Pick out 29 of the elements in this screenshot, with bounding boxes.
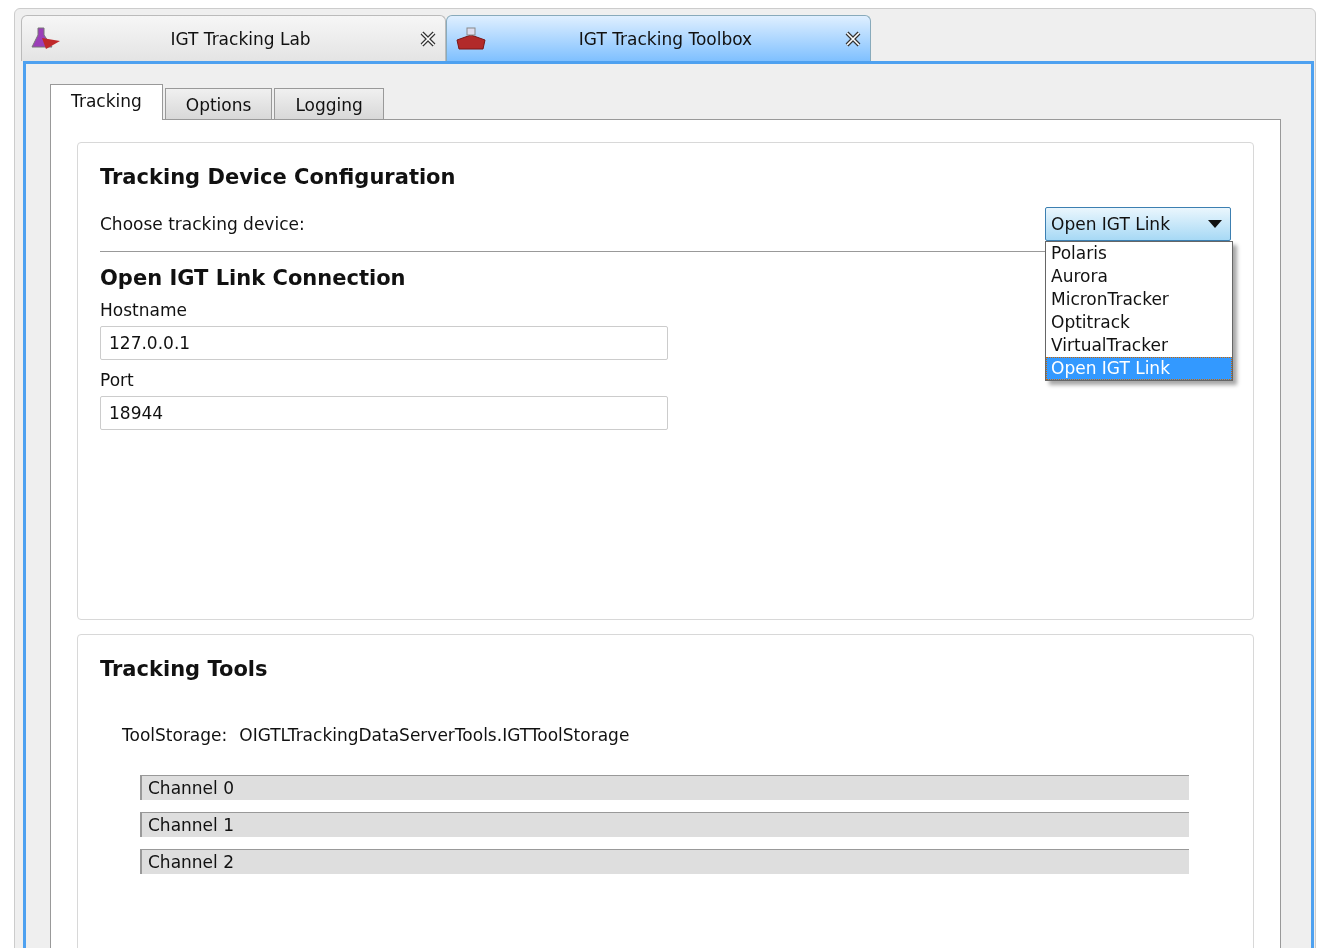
field-label: Choose tracking device: <box>100 214 305 234</box>
app-tab[interactable]: IGT Tracking Toolbox <box>446 15 871 61</box>
close-icon[interactable] <box>419 29 437 48</box>
section-title: Tracking Tools <box>100 657 268 681</box>
caret-icon <box>1208 220 1222 228</box>
storage-value: OIGTLTrackingDataServerTools.IGTToolStorage <box>239 725 630 745</box>
section-title: Tracking Device Configuration <box>100 165 456 189</box>
input-field[interactable]: 18944 <box>100 396 668 430</box>
dropdown-option[interactable]: Polaris <box>1046 242 1232 265</box>
tab[interactable]: Tracking <box>50 84 163 120</box>
dropdown-option[interactable]: Optitrack <box>1046 311 1232 334</box>
field-label: Hostname <box>100 300 187 320</box>
dropdown-option[interactable]: Aurora <box>1046 265 1232 288</box>
dropdown-option[interactable]: MicronTracker <box>1046 288 1232 311</box>
storage-label: ToolStorage: <box>122 725 228 745</box>
toolbox-icon <box>455 25 487 52</box>
tab[interactable]: Options <box>164 88 273 119</box>
tab[interactable]: Logging <box>274 88 384 119</box>
close-icon[interactable] <box>844 29 862 48</box>
dropdown-option[interactable]: VirtualTracker <box>1046 334 1232 357</box>
channel-row[interactable]: Channel 0 <box>140 775 1189 800</box>
channel-row[interactable]: Channel 1 <box>140 812 1189 837</box>
input-field[interactable]: 127.0.0.1 <box>100 326 668 360</box>
field-label: Port <box>100 370 134 390</box>
section-title: Open IGT Link Connection <box>100 266 406 290</box>
flask-icon <box>30 25 62 52</box>
app-tab[interactable]: IGT Tracking Lab <box>21 15 446 61</box>
channel-row[interactable]: Channel 2 <box>140 849 1189 874</box>
device-dropdown[interactable]: Open IGT Link <box>1045 207 1231 241</box>
